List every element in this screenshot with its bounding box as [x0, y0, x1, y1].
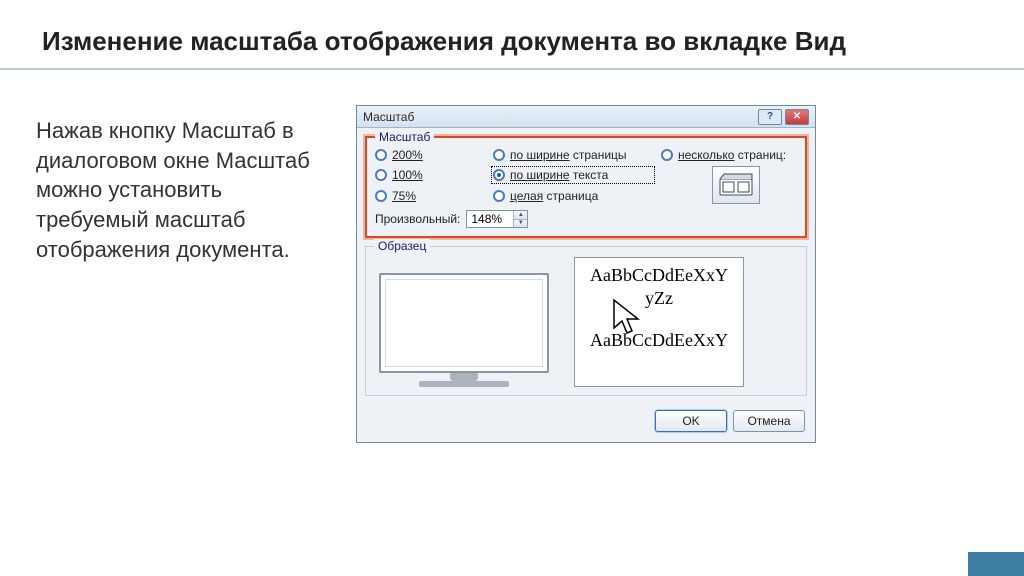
- sample-group: Образец AaBbCcDdEeXxY yZz AaBbCcDdEeXxY: [365, 246, 807, 396]
- close-button[interactable]: ✕: [785, 109, 809, 125]
- custom-zoom-input[interactable]: [467, 211, 513, 227]
- monitor-preview: [374, 257, 554, 387]
- page-title: Изменение масштаба отображения документа…: [42, 26, 846, 57]
- multipage-picker[interactable]: [712, 166, 760, 204]
- radio-many-pages[interactable]: несколько страниц:: [661, 148, 811, 162]
- title-underline: [0, 68, 1024, 70]
- zoom-group-legend: Масштаб: [375, 130, 434, 144]
- radio-text-width[interactable]: по ширине текста: [493, 168, 653, 182]
- custom-zoom-label: Произвольный:: [375, 212, 460, 226]
- accent-corner: [968, 552, 1024, 576]
- dialog-titlebar: Масштаб ? ✕: [357, 106, 815, 128]
- spin-down[interactable]: ▼: [514, 220, 527, 228]
- custom-zoom-spinner[interactable]: ▲▼: [466, 210, 528, 228]
- help-button[interactable]: ?: [758, 109, 782, 125]
- zoom-group: Масштаб 200% по ширине страницы нескольк…: [365, 136, 807, 238]
- multipage-icon: [719, 172, 753, 198]
- radio-75[interactable]: 75%: [375, 189, 485, 203]
- multipage-preview-container: [661, 166, 811, 204]
- description-text: Нажав кнопку Масштаб в диалоговом окне М…: [36, 116, 336, 264]
- ok-button[interactable]: OK: [655, 410, 727, 432]
- dialog-caption: Масштаб: [363, 110, 755, 124]
- sample-group-legend: Образец: [374, 239, 430, 253]
- spin-up[interactable]: ▲: [514, 211, 527, 220]
- cancel-button[interactable]: Отмена: [733, 410, 805, 432]
- zoom-dialog: Масштаб ? ✕ Масштаб 200% по ширине стран…: [356, 105, 816, 443]
- radio-100[interactable]: 100%: [375, 168, 485, 182]
- radio-page-width[interactable]: по ширине страницы: [493, 148, 653, 162]
- radio-whole-page[interactable]: целая страница: [493, 189, 653, 203]
- radio-200[interactable]: 200%: [375, 148, 485, 162]
- text-preview: AaBbCcDdEeXxY yZz AaBbCcDdEeXxY: [574, 257, 744, 387]
